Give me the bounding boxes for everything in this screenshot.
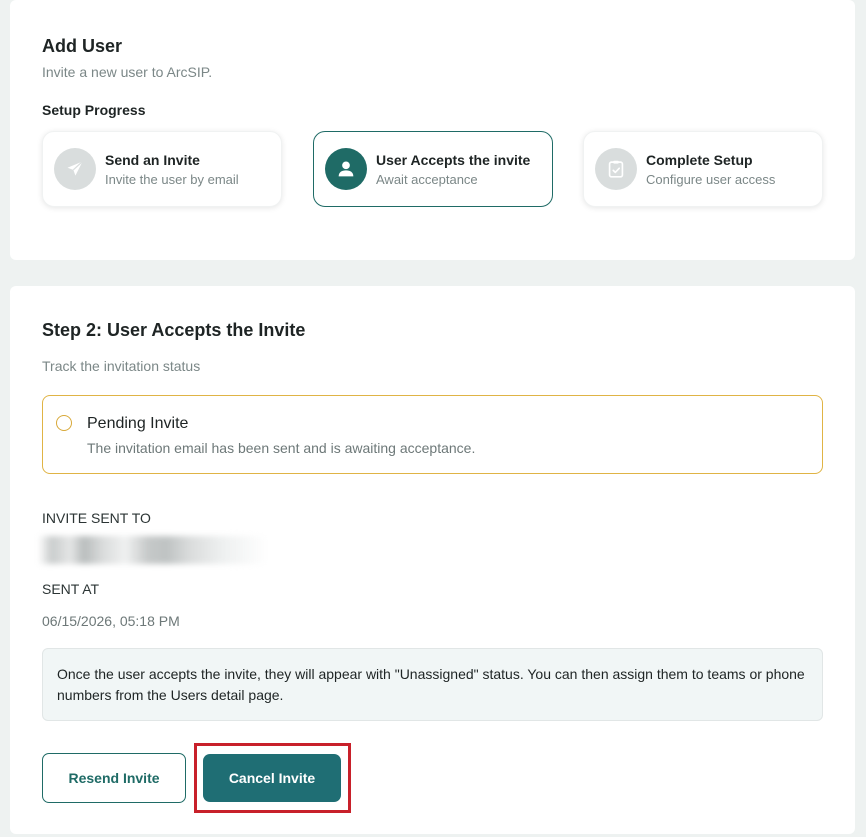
step-heading: Step 2: User Accepts the Invite: [42, 320, 306, 340]
add-user-card: Add User Invite a new user to ArcSIP. Se…: [10, 0, 855, 260]
pending-status-icon: [56, 415, 72, 431]
page-title: Add User: [42, 36, 123, 56]
pending-invite-status: Pending Invite The invitation email has …: [42, 395, 823, 474]
send-icon: [54, 148, 96, 190]
status-description: The invitation email has been sent and i…: [87, 440, 476, 456]
step-subheading: Track the invitation status: [42, 358, 201, 374]
info-note: Once the user accepts the invite, they w…: [42, 648, 823, 721]
clipboard-check-icon: [595, 148, 637, 190]
step-detail-card: Step 2: User Accepts the Invite Track th…: [10, 286, 855, 834]
step-title: Complete Setup: [646, 152, 753, 168]
step-user-accepts[interactable]: User Accepts the invite Await acceptance: [313, 131, 553, 207]
redacted-email: [38, 536, 268, 564]
step-description: Await acceptance: [376, 172, 478, 187]
step-send-invite[interactable]: Send an Invite Invite the user by email: [42, 131, 282, 207]
invite-sent-to-label: INVITE SENT TO: [42, 510, 151, 526]
user-icon: [325, 148, 367, 190]
sent-at-label: SENT AT: [42, 581, 100, 597]
cancel-invite-button[interactable]: Cancel Invite: [203, 754, 341, 802]
sent-at-value: 06/15/2026, 05:18 PM: [42, 613, 180, 629]
page-subtitle: Invite a new user to ArcSIP.: [42, 64, 213, 80]
step-title: Send an Invite: [105, 152, 200, 168]
setup-progress-label: Setup Progress: [42, 102, 146, 118]
resend-invite-button[interactable]: Resend Invite: [42, 753, 186, 803]
step-description: Invite the user by email: [105, 172, 239, 187]
step-complete-setup[interactable]: Complete Setup Configure user access: [583, 131, 823, 207]
step-description: Configure user access: [646, 172, 776, 187]
step-title: User Accepts the invite: [376, 152, 531, 168]
status-title: Pending Invite: [87, 415, 189, 432]
